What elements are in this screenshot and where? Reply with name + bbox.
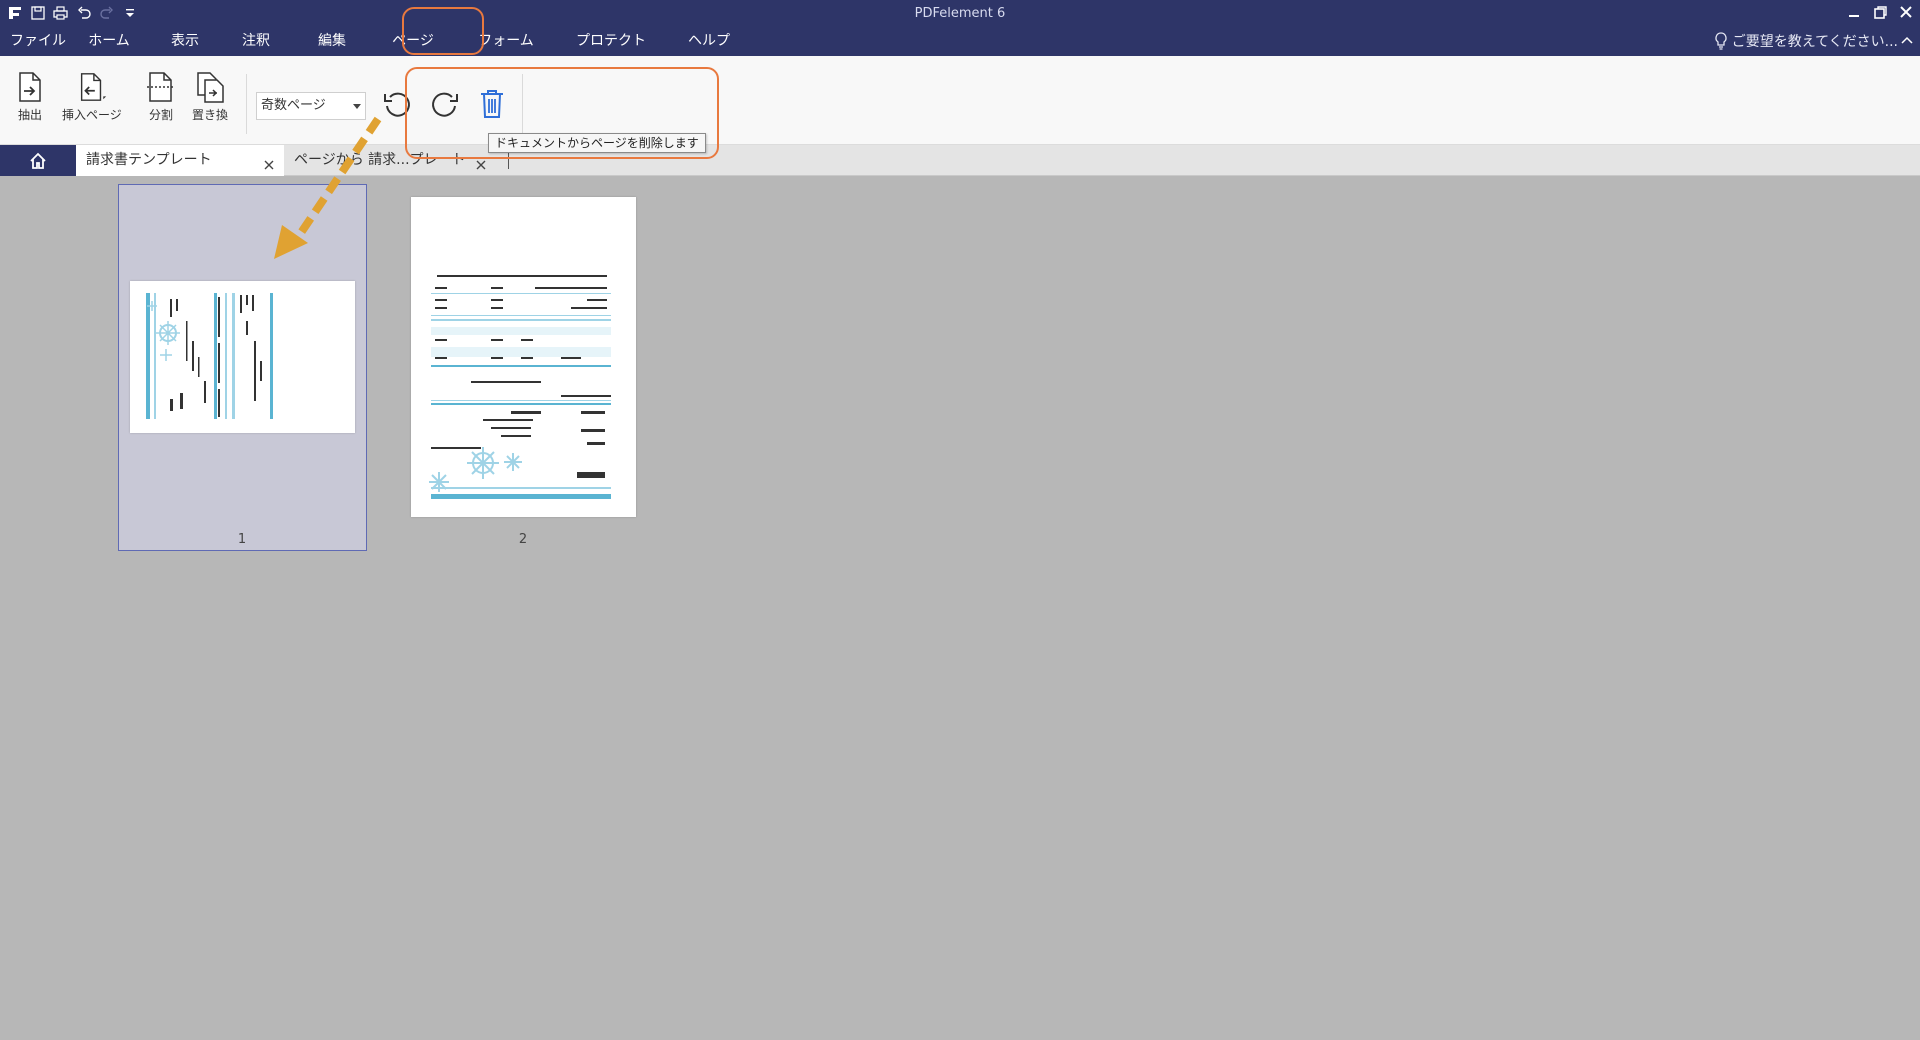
menu-file[interactable]: ファイル: [10, 30, 66, 52]
tab-invoice-template[interactable]: 請求書テンプレート: [76, 145, 284, 176]
replace-label: 置き換: [192, 108, 229, 122]
replace-button[interactable]: 置き換: [192, 70, 228, 123]
delete-page-button[interactable]: [474, 86, 510, 122]
extract-icon: [14, 70, 46, 104]
page-range-value: 奇数ページ: [261, 98, 326, 113]
ribbon-separator: [522, 74, 523, 134]
menu-annotate[interactable]: 注釈: [218, 30, 294, 52]
menu-edit[interactable]: 編集: [294, 30, 370, 52]
split-button[interactable]: 分割: [145, 70, 177, 123]
invoice-preview-upside-down: [429, 275, 611, 499]
title-bar: PDFelement 6 ファイル ホーム 表示 注釈 編集 ページ フォーム …: [0, 0, 1920, 56]
restore-icon[interactable]: [1872, 4, 1888, 20]
trash-icon: [481, 90, 503, 118]
insert-page-button[interactable]: 挿入ページ: [62, 70, 122, 123]
home-tab[interactable]: [0, 145, 76, 176]
menu-form[interactable]: フォーム: [456, 30, 556, 52]
page-thumbnail-1[interactable]: [130, 281, 355, 433]
minimize-icon[interactable]: [1846, 4, 1862, 20]
insert-page-label: 挿入ページ: [62, 108, 122, 122]
close-tab-icon[interactable]: [474, 153, 488, 170]
chevron-down-icon: [353, 104, 361, 109]
collapse-ribbon-icon[interactable]: [1900, 32, 1914, 46]
text-cursor: [508, 153, 509, 169]
page-thumbnail-2[interactable]: [411, 197, 636, 517]
delete-page-tooltip: ドキュメントからページを削除します: [488, 133, 706, 153]
feedback-text: ご要望を教えてください...: [1731, 34, 1898, 50]
lightbulb-icon: [1715, 32, 1727, 50]
invoice-preview-rotated: [146, 293, 273, 419]
extract-button[interactable]: 抽出: [14, 70, 46, 123]
app-title: PDFelement 6: [914, 6, 1006, 21]
page-number-1: 1: [237, 532, 247, 547]
page-number-2: 2: [518, 532, 528, 547]
extract-label: 抽出: [17, 108, 42, 122]
main-menu: ファイル ホーム 表示 注釈 編集 ページ フォーム プロテクト ヘルプ: [10, 30, 752, 52]
split-label: 分割: [148, 108, 173, 122]
feedback-link[interactable]: ご要望を教えてください...: [1714, 31, 1898, 51]
insert-page-icon: [76, 70, 108, 104]
close-icon[interactable]: [1898, 4, 1914, 20]
replace-icon: [194, 70, 226, 104]
menu-view[interactable]: 表示: [152, 30, 218, 52]
tab-label: 請求書テンプレート: [86, 152, 212, 168]
menu-help[interactable]: ヘルプ: [666, 30, 752, 52]
menu-page[interactable]: ページ: [370, 30, 456, 52]
menu-protect[interactable]: プロテクト: [556, 30, 666, 52]
menu-home[interactable]: ホーム: [66, 30, 152, 52]
rotate-right-icon: [432, 92, 458, 117]
window-controls: [1846, 4, 1914, 20]
ribbon-separator: [246, 74, 247, 134]
rotate-right-button[interactable]: [427, 86, 463, 122]
split-icon: [145, 70, 177, 104]
annotation-arrow: [274, 116, 382, 259]
home-icon: [30, 152, 46, 169]
